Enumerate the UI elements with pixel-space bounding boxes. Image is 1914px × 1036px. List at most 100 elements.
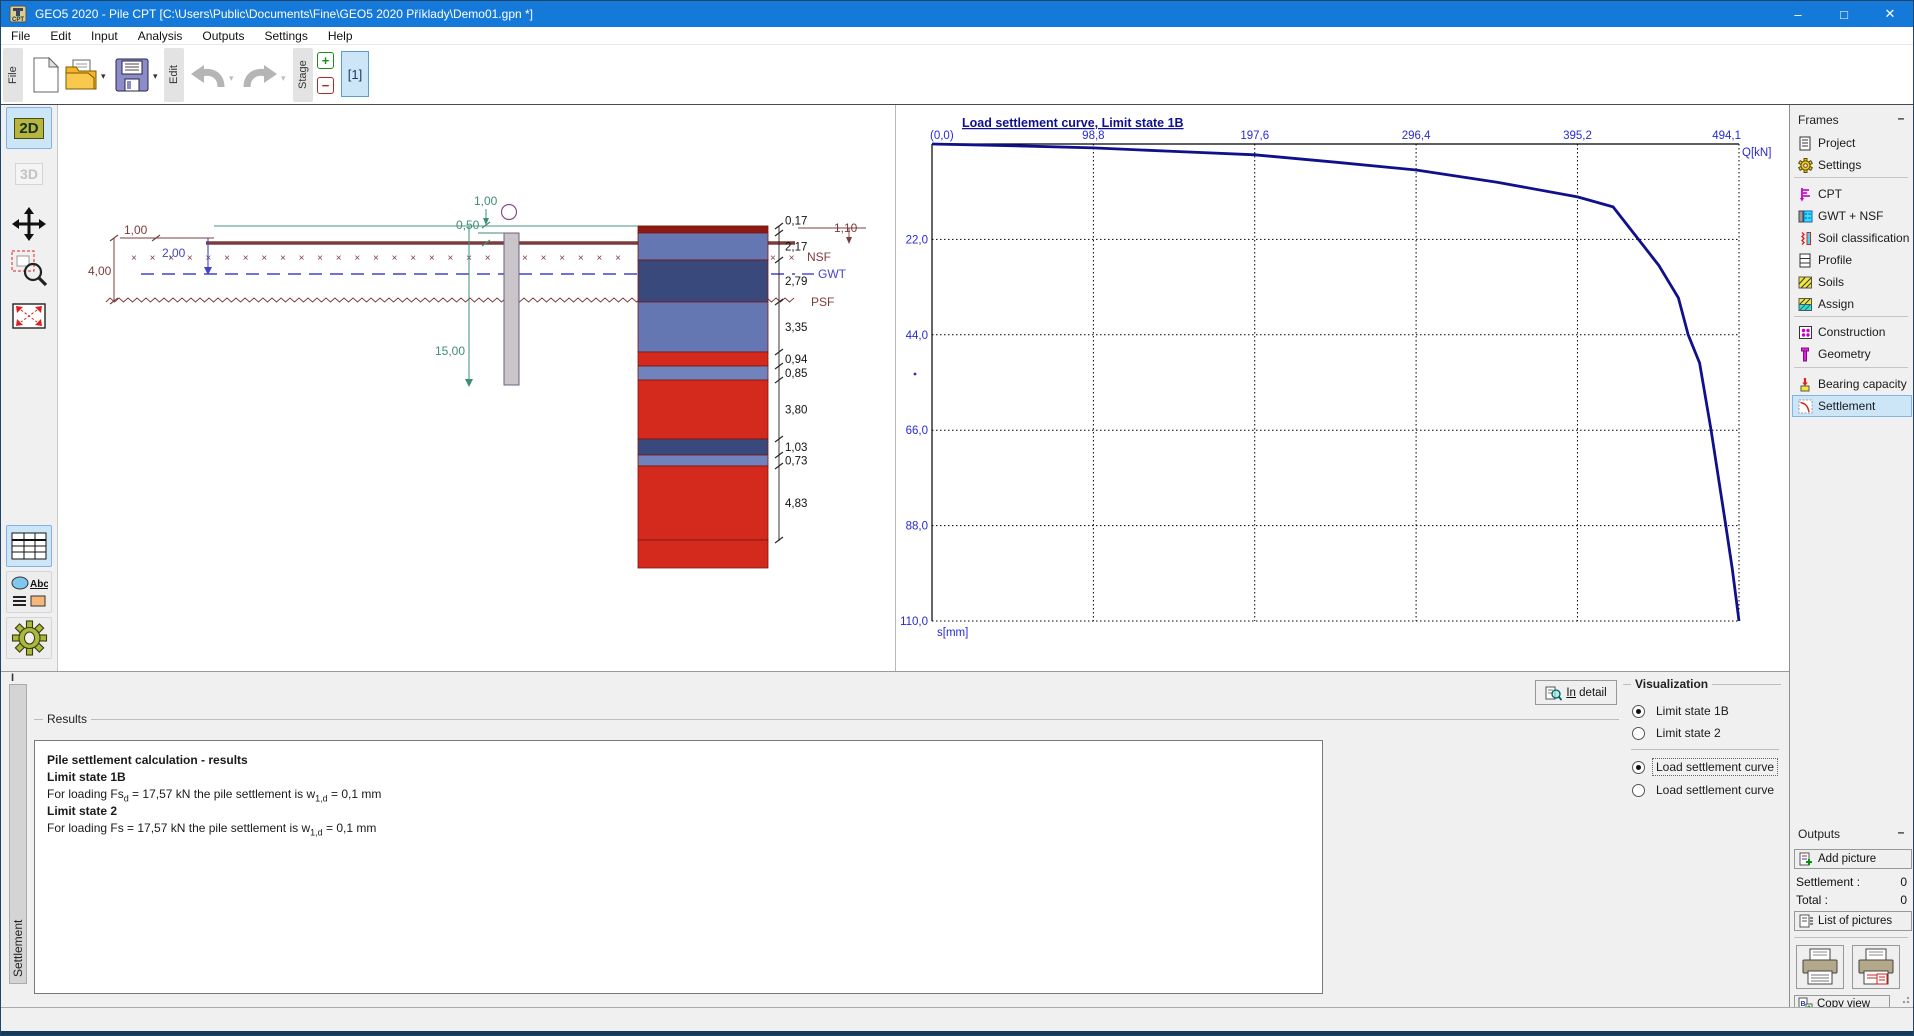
menu-analysis[interactable]: Analysis [128,29,193,43]
open-file-button[interactable] [63,53,99,97]
outputs-minimize-button[interactable]: – [1895,825,1907,839]
redo-button[interactable] [241,57,279,93]
soil-layer [638,439,768,455]
menu-outputs[interactable]: Outputs [192,29,254,43]
frames-minimize-button[interactable]: – [1895,111,1907,125]
visualization-group-label: Visualization [1631,677,1712,691]
frames-item-geometry[interactable]: Geometry [1792,343,1912,365]
drawing-settings-button[interactable] [6,617,52,659]
menu-input[interactable]: Input [81,29,128,43]
soil-layer [638,540,768,568]
total-count-label: Total : [1796,893,1828,907]
soils-icon [1797,274,1813,290]
settlement-side-tab[interactable]: Settlement [9,684,27,984]
svg-text:2,00: 2,00 [162,246,186,260]
x-tick-label: 98,8 [1082,130,1104,142]
settlement-icon [1797,398,1813,414]
in-detail-button[interactable]: In detail [1535,680,1617,705]
table-view-button[interactable] [6,525,52,567]
save-icon [114,57,150,93]
radio-icon [1632,784,1645,797]
add-picture-button[interactable]: Add picture [1794,849,1912,869]
add-stage-button[interactable]: + [317,52,334,69]
menu-file[interactable]: File [1,29,40,43]
svg-text:4,00: 4,00 [88,264,112,278]
radio-limit-state-2[interactable]: Limit state 2 [1632,724,1725,742]
view-3d-button[interactable]: 3D [6,153,52,195]
soil-layer [638,260,768,302]
pan-tool-button[interactable] [6,203,52,245]
undo-dropdown-caret[interactable]: ▾ [229,73,234,84]
svg-text:PSF: PSF [811,295,834,309]
results-title: Pile settlement calculation - results [47,753,248,767]
radio-load-settlement-curve-2[interactable]: Load settlement curve [1632,781,1778,799]
window-title: GEO5 2020 - Pile CPT [C:\Users\Public\Do… [35,7,533,21]
frames-item-bearing-capacity[interactable]: Bearing capacity [1792,373,1912,395]
frames-item-settings[interactable]: Settings [1792,154,1912,176]
panel-splitter-handle[interactable]: I [11,672,14,684]
frames-item-profile[interactable]: Profile [1792,249,1912,271]
maximize-button[interactable]: □ [1821,1,1867,27]
radio-limit-state-1b[interactable]: Limit state 1B [1632,702,1733,720]
list-of-pictures-button[interactable]: List of pictures [1794,911,1912,931]
menu-help[interactable]: Help [318,29,363,43]
print-button[interactable] [1796,945,1844,989]
soil-column [638,226,768,568]
frames-item-construction[interactable]: Construction [1792,321,1912,343]
zoom-select-button[interactable] [6,247,52,289]
view-tools-column: 2D 3D Abc [1,105,58,671]
project-icon [1797,135,1813,151]
frames-item-project[interactable]: Project [1792,132,1912,154]
frames-item-assign[interactable]: Assign [1792,293,1912,315]
frames-item-settlement[interactable]: Settlement [1792,395,1912,417]
open-dropdown-caret[interactable]: ▾ [101,71,106,82]
resize-grip[interactable] [1902,994,1912,1004]
view-2d-button[interactable]: 2D [6,107,52,149]
radio-icon [1632,705,1645,718]
stage-group-label: Stage [293,48,313,102]
print-settings-button[interactable] [1852,945,1900,989]
soil-layer [638,380,768,439]
remove-stage-button[interactable]: − [317,77,334,94]
frames-item-soils[interactable]: Soils [1792,271,1912,293]
app-icon: CPT [9,5,27,23]
frames-item-cpt[interactable]: CPT [1792,183,1912,205]
bearing-capacity-icon [1797,376,1813,392]
redo-dropdown-caret[interactable]: ▾ [281,73,286,84]
frames-item-gwt-nsf[interactable]: GWT + NSF [1792,205,1912,227]
results-line-1b: For loading Fsd = 17,57 kN the pile sett… [47,787,381,803]
status-bar [1,1007,1913,1031]
radio-load-settlement-curve-1[interactable]: Load settlement curve [1632,758,1778,776]
svg-text:2,79: 2,79 [785,276,807,288]
close-button[interactable]: ✕ [1867,1,1913,27]
results-panel: I Settlement Results Pile settlement cal… [1,671,1789,1007]
menu-settings[interactable]: Settings [254,29,317,43]
chart-panel[interactable]: (0,0)98,8197,6296,4395,2494,1Q[kN]22,044… [895,105,1789,671]
soil-layer [638,226,768,233]
svg-text:× ×: × × [770,253,799,264]
3d-icon: 3D [15,163,43,185]
printer-icon [1797,946,1843,988]
geometry-icon [1797,346,1813,362]
soil-classification-icon [1797,230,1813,246]
svg-text:0,50: 0,50 [456,218,480,232]
svg-text:NSF: NSF [807,250,831,264]
pile-drawing: × × × × × × × × × × × × × × × × × × × ××… [58,105,895,671]
frames-item-soil-classification[interactable]: Soil classification [1792,227,1912,249]
zoom-fit-button[interactable] [6,295,52,337]
total-count-value: 0 [1900,893,1907,907]
results-heading-1b: Limit state 1B [47,770,126,784]
results-text-box[interactable]: Pile settlement calculation - results Li… [34,740,1323,994]
stage-1-button[interactable]: [1] [341,51,369,97]
pile-drawing-panel[interactable]: × × × × × × × × × × × × × × × × × × × ××… [58,105,895,671]
results-line-2: For loading Fs = 17,57 kN the pile settl… [47,821,376,837]
save-dropdown-caret[interactable]: ▾ [153,71,158,82]
new-file-button[interactable] [28,53,64,97]
y-tick-label: 110,0 [900,616,928,628]
picture-annotation-button[interactable]: Abc [6,571,52,613]
save-button[interactable] [113,53,151,97]
minimize-button[interactable]: – [1775,1,1821,27]
y-axis-label: s[mm] [937,627,968,639]
menu-edit[interactable]: Edit [40,29,81,43]
undo-button[interactable] [189,57,227,93]
